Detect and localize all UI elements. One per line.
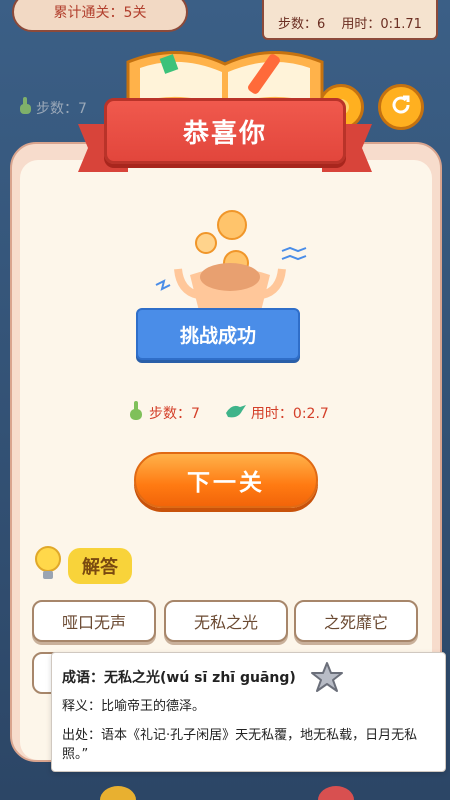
idiom-heading: 成语：无私之光(wú sī zhī guāng) [62, 667, 435, 687]
bird-icon [224, 403, 246, 423]
refresh-icon [389, 93, 413, 121]
bg-steps: 步数：7 [18, 97, 87, 119]
next-level-label: 下一关 [187, 470, 265, 496]
next-level-button[interactable]: 下一关 [134, 452, 318, 508]
choice-label: 无私之光 [193, 613, 258, 632]
hand-pointer-icon [18, 97, 32, 119]
top-steps: 步数：6 [278, 17, 326, 32]
answer-row: 解答 [34, 545, 132, 587]
star-icon[interactable] [310, 661, 344, 697]
hand-pointer-icon [128, 401, 144, 425]
choice-label: 哑口无声 [61, 613, 126, 632]
cumulative-levels-text: 累计通关：5关 [53, 5, 147, 21]
steps-stat: 步数：7 [128, 401, 200, 425]
meaning-text: 释义：比喻帝王的德泽。 [62, 699, 206, 714]
bg-steps-text: 步数：7 [36, 101, 87, 117]
idiom-text: 成语：无私之光(wú sī zhī guāng) [62, 670, 296, 686]
choice-chip[interactable]: 哑口无声 [32, 600, 156, 642]
choice-chip[interactable]: 无私之光 [164, 600, 288, 642]
answer-label: 解答 [68, 548, 132, 584]
steps-value: 步数：7 [149, 406, 200, 422]
time-value: 用时：0:2.7 [250, 406, 329, 422]
result-stats: 步数：7 用时：0:2.7 [128, 400, 348, 426]
modal-title: 恭喜你 [182, 118, 267, 149]
challenge-success-text: 挑战成功 [179, 324, 256, 347]
top-time: 用时：0:1.71 [341, 17, 422, 32]
lightbulb-icon [34, 545, 62, 587]
choice-label: 之死靡它 [323, 613, 388, 632]
cumulative-levels-badge: 累计通关：5关 [12, 0, 188, 32]
time-stat: 用时：0:2.7 [224, 403, 329, 423]
challenge-success-banner: 挑战成功 [136, 308, 300, 360]
modal-title-ribbon: 恭喜你 [104, 98, 346, 164]
top-stats-card: 步数：6 用时：0:1.71 [262, 0, 438, 40]
idiom-definition-popup: 成语：无私之光(wú sī zhī guāng) 释义：比喻帝王的德泽。 出处：… [51, 652, 446, 772]
source-text: 出处：语本《礼记·孔子闲居》天无私覆，地无私载，日月无私照。” [62, 728, 418, 762]
choice-chip[interactable]: 之死靡它 [294, 600, 418, 642]
refresh-button[interactable] [378, 84, 424, 130]
